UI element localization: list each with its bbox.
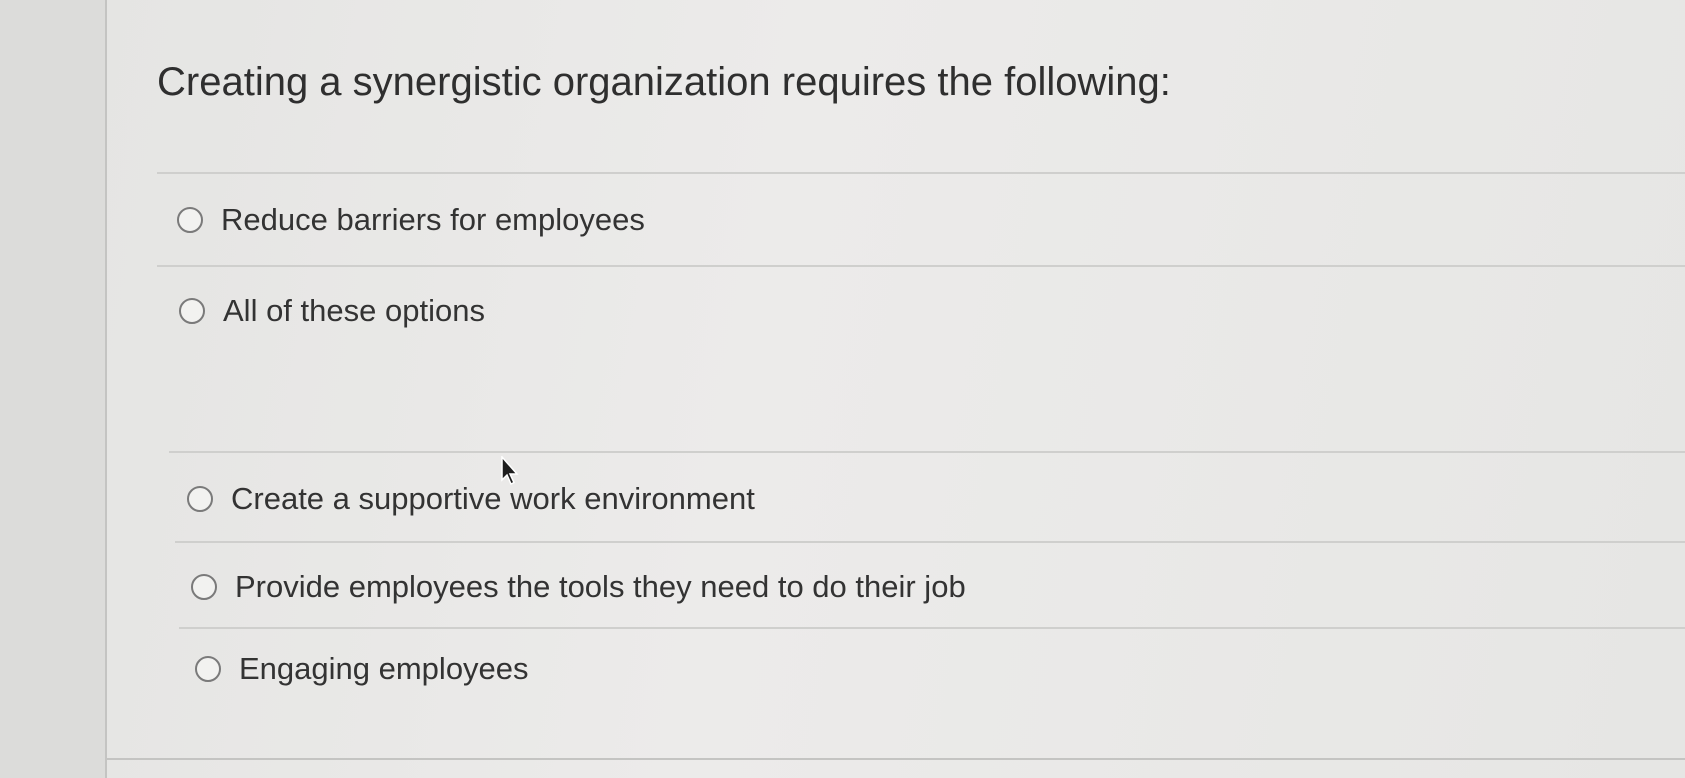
divider bbox=[175, 541, 1685, 543]
option-label: Engaging employees bbox=[239, 651, 529, 686]
question-text: Creating a synergistic organization requ… bbox=[157, 60, 1171, 104]
option-label: Create a supportive work environment bbox=[231, 481, 755, 516]
divider bbox=[179, 627, 1685, 629]
mouse-pointer-icon bbox=[501, 456, 519, 486]
option-label: Provide employees the tools they need to… bbox=[235, 569, 966, 604]
answer-option-all-of-these[interactable]: All of these options bbox=[179, 293, 485, 329]
option-label: Reduce barriers for employees bbox=[221, 202, 645, 237]
question-card: Creating a synergistic organization requ… bbox=[107, 0, 1685, 760]
divider bbox=[169, 451, 1685, 453]
quiz-page: Creating a synergistic organization requ… bbox=[0, 0, 1685, 778]
divider bbox=[157, 265, 1685, 267]
radio-button-icon[interactable] bbox=[191, 574, 217, 600]
answer-option-reduce-barriers[interactable]: Reduce barriers for employees bbox=[177, 202, 645, 238]
radio-button-icon[interactable] bbox=[195, 656, 221, 682]
divider bbox=[157, 172, 1685, 174]
answer-option-provide-tools[interactable]: Provide employees the tools they need to… bbox=[191, 569, 966, 605]
radio-button-icon[interactable] bbox=[179, 298, 205, 324]
radio-button-icon[interactable] bbox=[187, 486, 213, 512]
answer-option-supportive-environment[interactable]: Create a supportive work environment bbox=[187, 481, 755, 517]
radio-button-icon[interactable] bbox=[177, 207, 203, 233]
left-gutter bbox=[0, 0, 107, 778]
answer-option-engaging-employees[interactable]: Engaging employees bbox=[195, 651, 529, 687]
option-label: All of these options bbox=[223, 293, 485, 328]
